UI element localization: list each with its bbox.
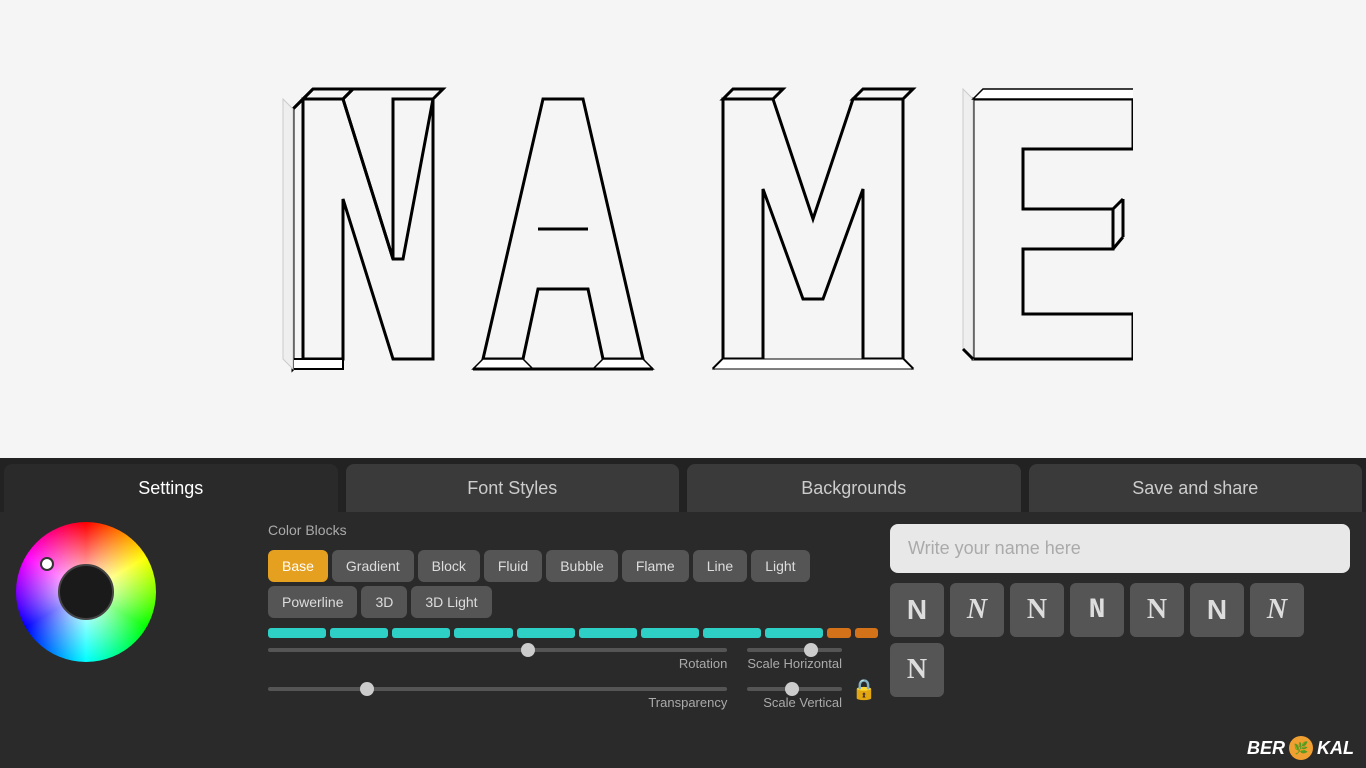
style-btn-block[interactable]: Block xyxy=(418,550,480,582)
rotation-thumb[interactable] xyxy=(521,643,535,657)
name-input[interactable] xyxy=(890,524,1350,573)
bottom-panel: Settings Font Styles Backgrounds Save an… xyxy=(0,458,1366,768)
style-btn-powerline[interactable]: Powerline xyxy=(268,586,357,618)
color-wheel-ring[interactable] xyxy=(16,522,156,662)
font-preview-5[interactable]: N xyxy=(1190,583,1244,637)
style-btn-3d[interactable]: 3D xyxy=(361,586,407,618)
font-preview-3[interactable]: N xyxy=(1070,583,1124,637)
color-bar-4[interactable] xyxy=(454,628,512,638)
color-bar-10[interactable] xyxy=(827,628,850,638)
rotation-slider-item: Rotation xyxy=(268,648,727,671)
tabs-row: Settings Font Styles Backgrounds Save an… xyxy=(0,458,1366,512)
right-section: N N N N N N N N xyxy=(890,522,1350,758)
font-preview-2[interactable]: N xyxy=(1010,583,1064,637)
style-btn-gradient[interactable]: Gradient xyxy=(332,550,414,582)
scale-h-slider-item: Scale Horizontal xyxy=(747,648,842,671)
style-btn-light[interactable]: Light xyxy=(751,550,809,582)
color-bar-5[interactable] xyxy=(517,628,575,638)
lock-icon[interactable]: 🔒 xyxy=(850,675,878,703)
color-bar-2[interactable] xyxy=(330,628,388,638)
style-btn-base[interactable]: Base xyxy=(268,550,328,582)
transparency-slider-item: Transparency xyxy=(268,687,727,710)
scale-v-slider-item: Scale Vertical xyxy=(747,687,842,710)
tab-backgrounds[interactable]: Backgrounds xyxy=(687,464,1021,512)
left-slider-col: Rotation Transparency xyxy=(268,648,727,710)
color-blocks-label: Color Blocks xyxy=(268,522,347,538)
color-bar-3[interactable] xyxy=(392,628,450,638)
right-sliders-group: Scale Horizontal Scale Vertical 🔒 xyxy=(747,648,878,710)
font-preview-1[interactable]: N xyxy=(950,583,1004,637)
color-wheel-handle[interactable] xyxy=(40,557,54,571)
transparency-thumb[interactable] xyxy=(360,682,374,696)
panel-content: Color Blocks Base Gradient Block Fluid B… xyxy=(0,512,1366,768)
style-buttons: Base Gradient Block Fluid Bubble Flame L… xyxy=(268,550,878,618)
right-slider-col: Scale Horizontal Scale Vertical xyxy=(747,648,842,710)
color-wheel-center xyxy=(58,564,114,620)
font-preview-4[interactable]: N xyxy=(1130,583,1184,637)
scale-v-label: Scale Vertical xyxy=(747,695,842,710)
color-bar-6[interactable] xyxy=(579,628,637,638)
tab-settings[interactable]: Settings xyxy=(4,464,338,512)
color-bar-1[interactable] xyxy=(268,628,326,638)
scale-v-slider[interactable] xyxy=(747,687,842,691)
tab-save-share[interactable]: Save and share xyxy=(1029,464,1363,512)
color-bars-row xyxy=(268,628,878,638)
rotation-label: Rotation xyxy=(268,656,727,671)
style-btn-fluid[interactable]: Fluid xyxy=(484,550,542,582)
font-preview-7[interactable]: N xyxy=(890,643,944,697)
color-bar-8[interactable] xyxy=(703,628,761,638)
color-bar-9[interactable] xyxy=(765,628,823,638)
font-preview-0[interactable]: N xyxy=(890,583,944,637)
font-preview-6[interactable]: N xyxy=(1250,583,1304,637)
left-controls: Color Blocks Base Gradient Block Fluid B… xyxy=(268,522,878,758)
transparency-label: Transparency xyxy=(268,695,727,710)
color-wheel[interactable] xyxy=(16,522,156,662)
color-wheel-section xyxy=(16,522,256,758)
sliders-container: Rotation Transparency xyxy=(268,648,878,710)
graffiti-preview xyxy=(233,49,1133,409)
style-btn-line[interactable]: Line xyxy=(693,550,747,582)
scale-h-slider[interactable] xyxy=(747,648,842,652)
color-bar-7[interactable] xyxy=(641,628,699,638)
style-btn-flame[interactable]: Flame xyxy=(622,550,689,582)
style-btn-bubble[interactable]: Bubble xyxy=(546,550,618,582)
scale-h-label: Scale Horizontal xyxy=(747,656,842,671)
font-previews: N N N N N N N N xyxy=(890,583,1350,697)
canvas-area xyxy=(0,0,1366,458)
style-btn-3dlight[interactable]: 3D Light xyxy=(411,586,491,618)
color-bar-11[interactable] xyxy=(855,628,878,638)
rotation-slider[interactable] xyxy=(268,648,727,652)
scale-v-thumb[interactable] xyxy=(785,682,799,696)
scale-h-thumb[interactable] xyxy=(804,643,818,657)
color-blocks-row: Color Blocks Base Gradient Block Fluid B… xyxy=(268,522,878,618)
tab-font-styles[interactable]: Font Styles xyxy=(346,464,680,512)
transparency-slider[interactable] xyxy=(268,687,727,691)
